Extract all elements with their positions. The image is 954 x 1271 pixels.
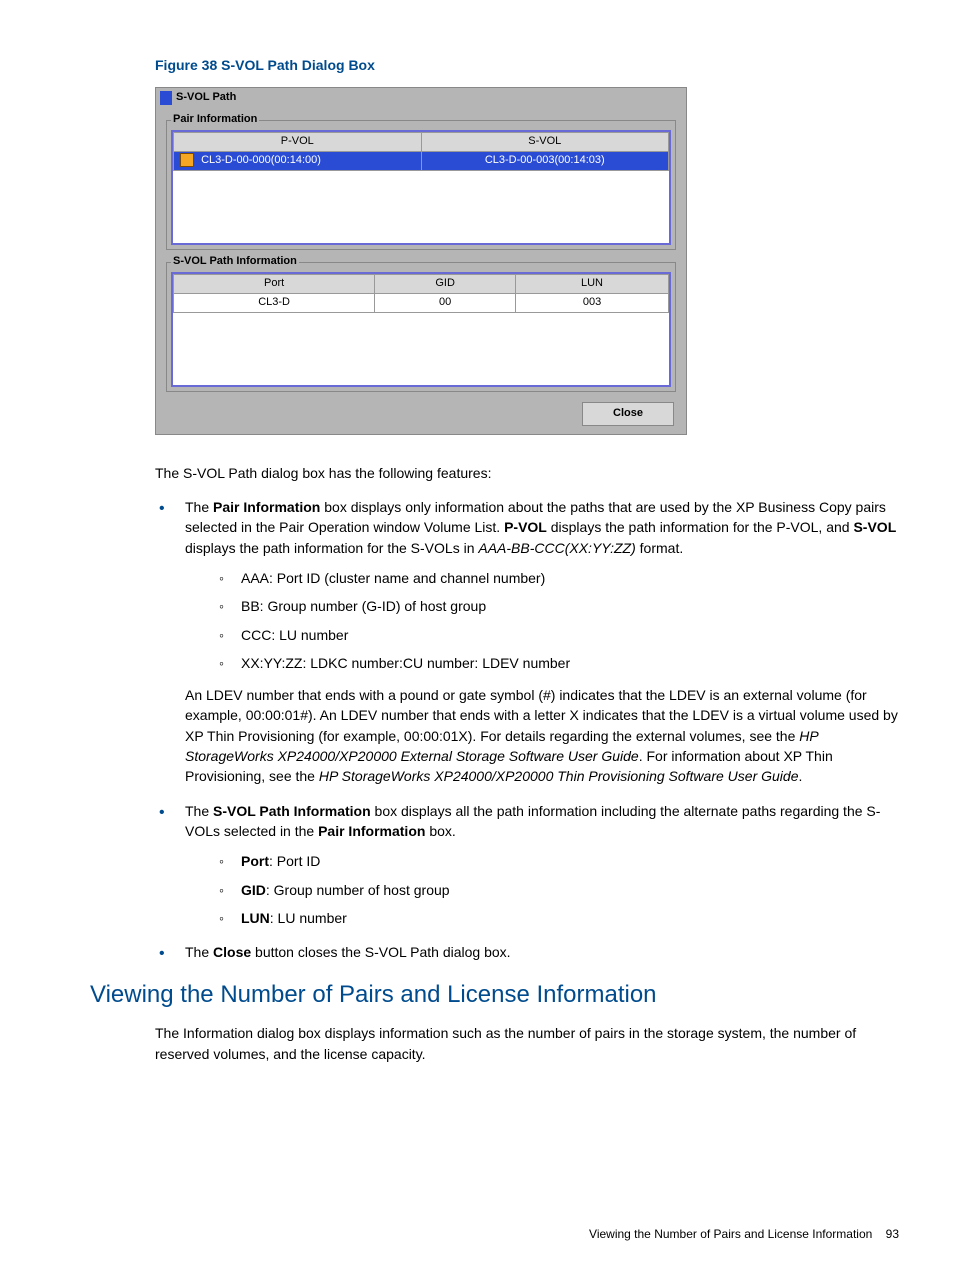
col-gid[interactable]: GID: [375, 274, 516, 293]
window-icon: [160, 91, 172, 105]
pair-info-table: P-VOL S-VOL CL3-D-00-000(00:14:00) CL3-D…: [173, 132, 669, 243]
svol-path-dialog: S-VOL Path Pair Information P-VOL S-VOL …: [155, 87, 687, 435]
sub-gid: GID: Group number of host group: [219, 880, 899, 900]
sub-bb: BB: Group number (G-ID) of host group: [219, 596, 899, 616]
svol-path-info-group: S-VOL Path Information Port GID LUN CL3-…: [166, 254, 676, 392]
sub-aaa: AAA: Port ID (cluster name and channel n…: [219, 568, 899, 588]
lun-value: 003: [516, 293, 669, 312]
figure-caption: Figure 38 S-VOL Path Dialog Box: [155, 55, 899, 75]
page-footer: Viewing the Number of Pairs and License …: [589, 1226, 899, 1243]
sub-lun: LUN: LU number: [219, 908, 899, 928]
section-body: The Information dialog box displays info…: [155, 1023, 899, 1064]
sub-port: Port: Port ID: [219, 851, 899, 871]
col-port[interactable]: Port: [174, 274, 375, 293]
svol-path-table: Port GID LUN CL3-D 00 003: [173, 274, 669, 385]
pair-info-legend: Pair Information: [171, 112, 259, 128]
dialog-title: S-VOL Path: [176, 90, 236, 106]
section-heading: Viewing the Number of Pairs and License …: [90, 978, 899, 1013]
sub-xxyyzz: XX:YY:ZZ: LDKC number:CU number: LDEV nu…: [219, 653, 899, 673]
col-pvol[interactable]: P-VOL: [174, 133, 422, 152]
pair-row-selected[interactable]: CL3-D-00-000(00:14:00) CL3-D-00-003(00:1…: [174, 152, 669, 171]
volume-icon: [180, 153, 194, 167]
sub-ccc: CCC: LU number: [219, 625, 899, 645]
col-lun[interactable]: LUN: [516, 274, 669, 293]
col-svol[interactable]: S-VOL: [421, 133, 669, 152]
close-button[interactable]: Close: [582, 402, 674, 426]
svol-path-legend: S-VOL Path Information: [171, 254, 299, 270]
path-row[interactable]: CL3-D 00 003: [174, 293, 669, 312]
ldev-note: An LDEV number that ends with a pound or…: [185, 685, 899, 786]
pair-information-group: Pair Information P-VOL S-VOL CL3-D-00-00…: [166, 112, 676, 250]
bullet-pair-info: The Pair Information box displays only i…: [155, 497, 899, 787]
pvol-value: CL3-D-00-000(00:14:00): [201, 154, 321, 166]
port-value: CL3-D: [174, 293, 375, 312]
svol-value: CL3-D-00-003(00:14:03): [421, 152, 669, 171]
bullet-svol-path-info: The S-VOL Path Information box displays …: [155, 801, 899, 928]
bullet-close: The Close button closes the S-VOL Path d…: [155, 942, 899, 962]
intro-text: The S-VOL Path dialog box has the follow…: [155, 463, 899, 483]
gid-value: 00: [375, 293, 516, 312]
dialog-titlebar: S-VOL Path: [156, 88, 686, 108]
